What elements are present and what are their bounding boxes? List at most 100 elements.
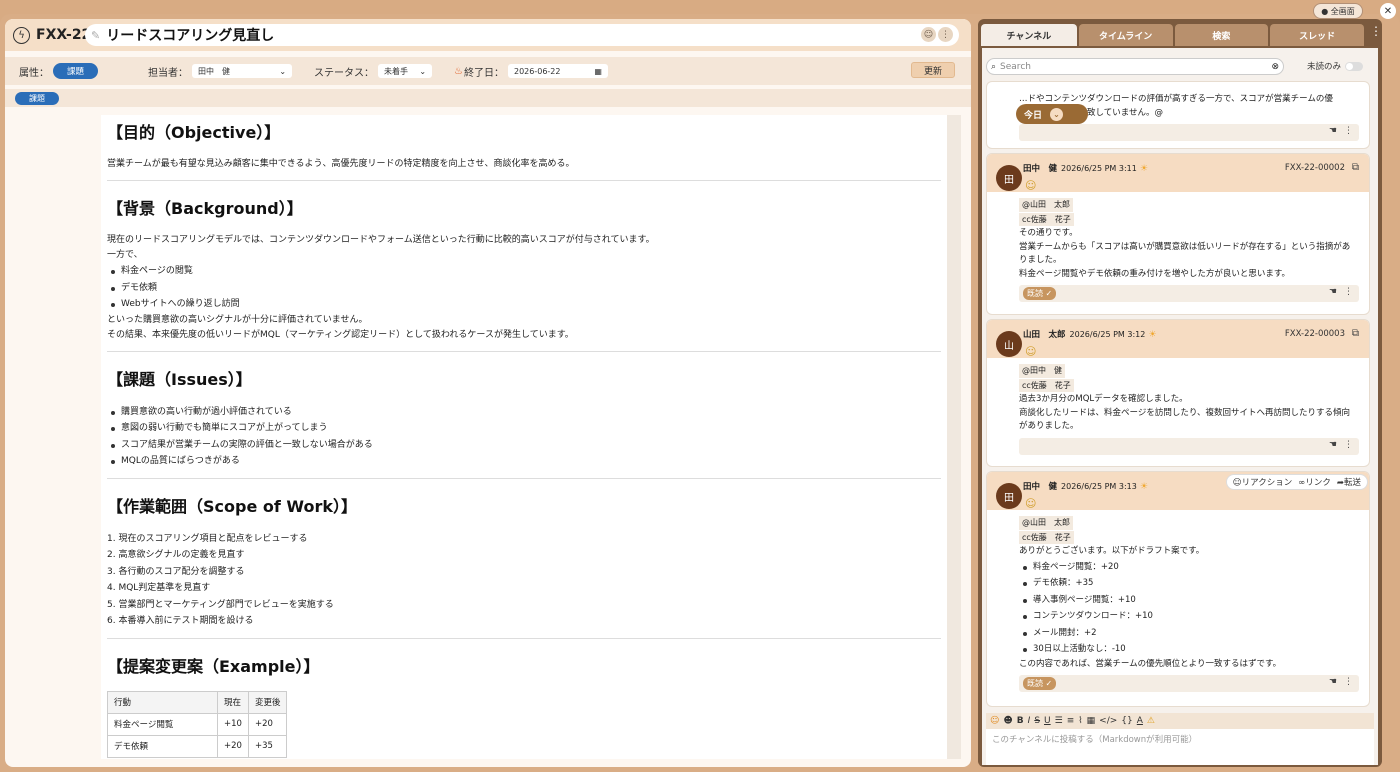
table-header-cell: 現在 <box>217 690 249 714</box>
mention-icon[interactable]: ☻ <box>1003 716 1012 726</box>
author-name: 山田 太郎 <box>1023 330 1066 340</box>
toggle-switch[interactable] <box>1345 61 1364 71</box>
italic-icon[interactable]: I <box>1028 716 1031 726</box>
more-vert-icon[interactable]: ⋮ <box>1370 24 1382 48</box>
assignee-value: 田中 健 <box>198 66 231 76</box>
ticket-id: FXX-22 <box>36 27 92 43</box>
table-row: デモ依頼 +20 +35 <box>107 734 288 758</box>
heading-issues: 【課題（Issues）】 <box>107 369 252 389</box>
close-icon[interactable]: ✕ <box>1380 3 1396 19</box>
table-cell: デモ依頼 <box>107 734 218 758</box>
table-cell: +20 <box>247 712 288 736</box>
heading-background: 【背景（Background）】 <box>107 199 303 218</box>
warning-icon[interactable]: ⚠ <box>1147 716 1155 726</box>
cc-tag[interactable]: cc佐藤 花子 <box>1019 378 1074 392</box>
message-card: 田 田中 健2026/6/25 PM 3:13☀ ☺ FXX-22-00004 … <box>986 471 1370 707</box>
code-block-icon[interactable]: {} <box>1121 716 1132 726</box>
hand-icon[interactable]: ☚ <box>1329 287 1337 297</box>
message-id[interactable]: FXX-22-00002 <box>1285 163 1345 173</box>
table-icon[interactable]: ▦ <box>1087 716 1096 726</box>
message-line: 商談化したリードは、料金ページを訪問したり、複数回サイトへ再訪問したりする傾向 <box>1019 407 1350 418</box>
bold-icon[interactable]: B <box>1017 716 1024 726</box>
more-vert-icon[interactable]: ⋮ <box>1344 440 1353 450</box>
hand-icon[interactable]: ☚ <box>1329 677 1337 687</box>
hand-icon[interactable]: ☚ <box>1329 126 1337 136</box>
status-value: 未着手 <box>384 66 409 76</box>
message-editor[interactable]: このチャンネルに投稿する（Markdownが利用可能） ➤ <box>986 729 1374 765</box>
smile-icon: ☺ <box>1232 478 1242 488</box>
title-input[interactable]: ✎ リードスコアリング見直し ☺ ⋮ <box>85 24 959 46</box>
clear-icon[interactable]: ⊗ <box>1271 62 1279 72</box>
ticket-pane: ϟ FXX-22 ✎ リードスコアリング見直し ☺ ⋮ 属性： 課題 担当者： … <box>5 19 971 767</box>
divider <box>107 477 941 479</box>
unread-label: 未読のみ <box>1307 62 1342 72</box>
reaction-button[interactable]: ☺リアクション <box>1233 476 1292 488</box>
attr-label: 属性： <box>19 67 49 79</box>
message-line: 過去3か月分のMQLデータを確認しました。 <box>1019 394 1188 404</box>
tab-search[interactable]: 検索 <box>1174 24 1269 46</box>
strike-icon[interactable]: S <box>1034 716 1040 726</box>
attr-badge[interactable]: 課題 <box>53 63 99 79</box>
scrollbar[interactable] <box>947 115 961 759</box>
message-line: 料金ページ閲覧やデモ依頼の重み付けを増やした方が良いと思います。 <box>1019 268 1290 279</box>
cc-tag[interactable]: cc佐藤 花子 <box>1019 530 1074 544</box>
table-cell: +10 <box>217 712 249 736</box>
message-time: 2026/6/25 PM 3:11 <box>1061 164 1137 173</box>
list-item: 2. 高意欲シグナルの定義を見直す <box>107 550 245 560</box>
read-badge: 既読 ✓ <box>1023 677 1057 690</box>
reaction-label: リアクション <box>1241 478 1293 488</box>
message-line: りました。 <box>1019 255 1062 265</box>
document-content: 【目的（Objective）】 営業チームが最も有望な見込み顧客に集中できるよう… <box>101 115 947 759</box>
attach-icon[interactable]: ⌇ <box>1078 716 1082 726</box>
user-icon[interactable]: ☺ <box>921 27 936 42</box>
copy-icon[interactable]: ⧉ <box>1352 162 1359 173</box>
status-select[interactable]: 未着手 ⌄ <box>378 64 433 78</box>
list-item: 6. 本番導入前にテスト期間を設ける <box>107 616 254 626</box>
add-reaction-icon[interactable]: ☺ <box>1025 179 1036 192</box>
message-author: 田中 健 2026/6/25 PM 3:11 ☀ <box>1023 162 1148 174</box>
underline-icon[interactable]: U <box>1044 716 1051 726</box>
tab-timeline[interactable]: タイムライン <box>1078 24 1173 46</box>
more-vert-icon[interactable]: ⋮ <box>938 27 953 42</box>
pencil-icon: ✎ <box>91 28 101 42</box>
tag-badge[interactable]: 課題 <box>15 92 59 105</box>
heading-objective: 【目的（Objective）】 <box>107 123 281 142</box>
more-vert-icon[interactable]: ⋮ <box>1344 677 1353 687</box>
emoji-icon[interactable]: ☺ <box>990 716 999 726</box>
tab-channel[interactable]: チャンネル <box>981 24 1077 46</box>
add-reaction-icon[interactable]: ☺ <box>1025 345 1036 358</box>
numbered-list-icon[interactable]: ☰ <box>1055 716 1063 726</box>
mention-tag[interactable]: @山田 太郎 <box>1019 516 1073 530</box>
cc-tag[interactable]: cc佐藤 花子 <box>1019 212 1074 226</box>
more-vert-icon[interactable]: ⋮ <box>1344 126 1353 136</box>
list-item: Webサイトへの繰り返し訪問 <box>107 296 941 313</box>
tab-thread[interactable]: スレッド <box>1270 24 1364 46</box>
code-icon[interactable]: </> <box>1099 716 1117 726</box>
add-reaction-icon[interactable]: ☺ <box>1025 497 1036 510</box>
heading-scope: 【作業範囲（Scope of Work）】 <box>107 496 358 516</box>
message-author: 田中 健 2026/6/25 PM 3:13 ☀ <box>1023 480 1148 492</box>
mention-tag[interactable]: @田中 健 <box>1019 364 1065 378</box>
editor-placeholder: このチャンネルに投稿する（Markdownが利用可能） <box>992 735 1198 745</box>
more-vert-icon[interactable]: ⋮ <box>1344 287 1353 297</box>
text-color-icon[interactable]: A <box>1137 716 1143 726</box>
list-item: デモ依頼：+35 <box>1019 575 1369 592</box>
avatar: 山 <box>996 331 1022 357</box>
mention-tag[interactable]: @山田 太郎 <box>1019 198 1073 212</box>
message-line: この内容であれば、営業チームの優先順位とより一致するはずです。 <box>1019 658 1282 669</box>
search-input[interactable]: ⌕ Search ⊗ <box>986 58 1284 75</box>
message-line: がありました。 <box>1019 421 1079 431</box>
link-button[interactable]: ∞リンク <box>1298 476 1331 488</box>
update-button[interactable]: 更新 <box>911 62 955 78</box>
copy-icon[interactable]: ⧉ <box>1352 328 1359 339</box>
today-badge[interactable]: 今日 ⌄ <box>1016 104 1088 124</box>
author-name: 田中 健 <box>1023 164 1058 174</box>
forward-button[interactable]: ➦転送 <box>1337 476 1361 488</box>
unread-toggle[interactable]: 未読のみ <box>1307 60 1364 72</box>
bullet-list-icon[interactable]: ≡ <box>1067 716 1075 726</box>
fullscreen-button[interactable]: ● 全画面 <box>1313 3 1363 19</box>
hand-icon[interactable]: ☚ <box>1329 440 1337 450</box>
message-id[interactable]: FXX-22-00003 <box>1285 329 1345 339</box>
due-date-input[interactable]: 2026-06-22 ▦ <box>507 64 608 78</box>
assignee-select[interactable]: 田中 健 ⌄ <box>192 64 293 78</box>
